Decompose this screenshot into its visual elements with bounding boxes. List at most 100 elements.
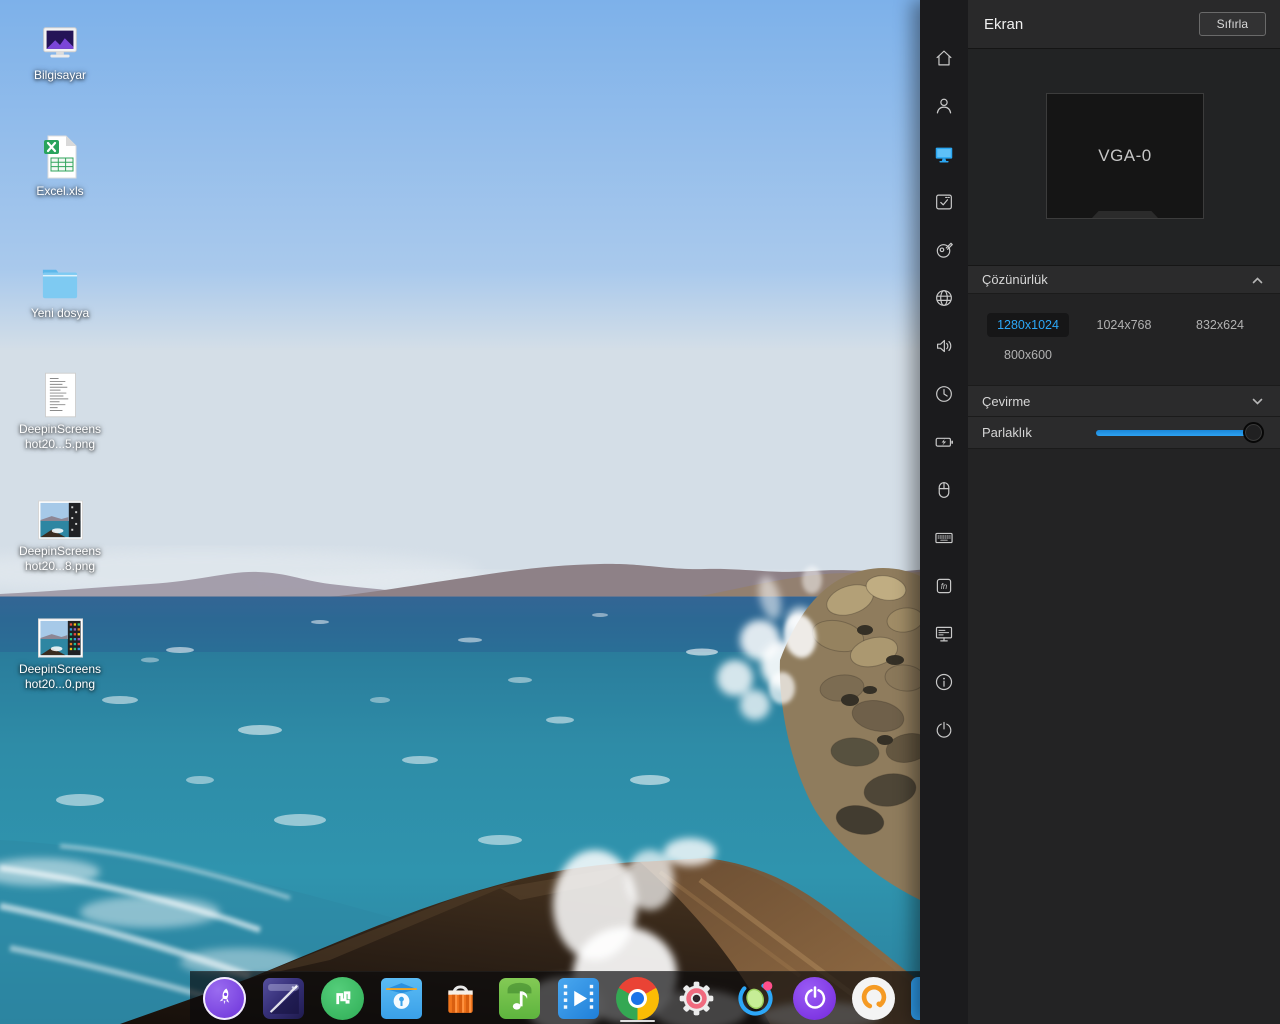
- desktop-icon-label-line2: hot20...0.png: [25, 677, 95, 692]
- desktop-icon-label: Bilgisayar: [34, 68, 86, 83]
- resolution-option[interactable]: 800x600: [994, 343, 1062, 367]
- power-symbol-icon: [793, 977, 836, 1020]
- palette-brush-icon: [933, 239, 955, 261]
- desktop-icon-folder[interactable]: Yeni dosya: [8, 252, 112, 321]
- gear-icon: [675, 977, 718, 1020]
- control-center-sidebar: fn: [920, 0, 968, 1024]
- dock-item-chrome[interactable]: [616, 977, 659, 1020]
- resolution-options: 1280x1024 1024x768 832x624 800x600: [968, 294, 1280, 386]
- desktop-icon-label: DeepinScreens: [19, 422, 101, 437]
- home-icon: [933, 47, 955, 69]
- folder-icon: [37, 252, 83, 302]
- desktop-icon-computer[interactable]: Bilgisayar: [8, 14, 112, 83]
- svg-text:fn: fn: [941, 582, 948, 591]
- sidebar-item-time-date[interactable]: [933, 383, 955, 405]
- desktop-icon-screenshot-3[interactable]: DeepinScreens hot20...0.png: [8, 608, 112, 692]
- reset-button[interactable]: Sıfırla: [1199, 12, 1266, 36]
- mouse-icon: [933, 479, 955, 501]
- desktop-icon-label-line2: hot20...5.png: [25, 437, 95, 452]
- sidebar-item-shortcuts[interactable]: fn: [933, 575, 955, 597]
- terminal-icon: [263, 978, 304, 1019]
- fn-key-icon: fn: [933, 575, 955, 597]
- window-check-icon: [933, 191, 955, 213]
- battery-bolt-icon: [933, 431, 955, 453]
- brightness-row: Parlaklık: [968, 417, 1280, 449]
- excel-file-icon: [38, 130, 82, 180]
- music-note-icon: [499, 978, 540, 1019]
- sidebar-item-default-applications[interactable]: [933, 191, 955, 213]
- dock-item-launcher[interactable]: [203, 977, 246, 1020]
- dock-item-app-store[interactable]: [439, 977, 482, 1020]
- brightness-slider-handle[interactable]: [1243, 422, 1264, 443]
- monitor-preview-area: VGA-0: [968, 49, 1280, 266]
- panel-empty-area: [968, 449, 1280, 1024]
- desktop-root[interactable]: Bilgisayar Excel.xls Y: [0, 0, 1280, 1024]
- dock-item-music[interactable]: [498, 977, 541, 1020]
- dock-item-control-center[interactable]: [675, 977, 718, 1020]
- dock-item-screenshot-tool[interactable]: [734, 977, 777, 1020]
- file-box-pin-icon: [381, 978, 422, 1019]
- dock-item-route-app[interactable]: [321, 977, 364, 1020]
- globe-icon: [933, 287, 955, 309]
- monitor-preview[interactable]: VGA-0: [1046, 93, 1204, 219]
- info-icon: [933, 671, 955, 693]
- sidebar-item-personalization[interactable]: [933, 239, 955, 261]
- desktop-icon-label: Yeni dosya: [31, 306, 89, 321]
- resolution-option-selected[interactable]: 1280x1024: [987, 313, 1069, 337]
- panel-header: Ekran Sıfırla: [968, 0, 1280, 49]
- sidebar-item-boot-menu[interactable]: [933, 623, 955, 645]
- power-icon: [933, 719, 955, 741]
- recorder-knob-icon: [852, 977, 895, 1020]
- computer-icon: [37, 14, 83, 64]
- route-maze-icon: [321, 977, 364, 1020]
- user-icon: [933, 95, 955, 117]
- screenshot-circle-icon: [734, 977, 777, 1020]
- resolution-section-header[interactable]: Çözünürlük: [968, 266, 1280, 294]
- monitor-name: VGA-0: [1098, 146, 1152, 166]
- keyboard-icon: [933, 527, 955, 549]
- dock: [190, 971, 952, 1024]
- dock-item-terminal[interactable]: [262, 977, 305, 1020]
- shopping-bag-icon: [439, 977, 482, 1020]
- desktop-icon-label: Excel.xls: [36, 184, 83, 199]
- control-center-panel: Ekran Sıfırla VGA-0 Çözünürlük 1280x1024…: [968, 0, 1280, 1024]
- clock-icon: [933, 383, 955, 405]
- sidebar-item-home[interactable]: [933, 47, 955, 69]
- dock-item-voice-recorder[interactable]: [852, 977, 895, 1020]
- screenshot-thumbnail-icon: [45, 368, 76, 418]
- boot-screen-icon: [933, 623, 955, 645]
- brightness-label: Parlaklık: [982, 425, 1032, 440]
- desktop-icon-label-line2: hot20...8.png: [25, 559, 95, 574]
- screenshot-thumbnail-icon: [38, 490, 83, 540]
- sidebar-item-system-info[interactable]: [933, 671, 955, 693]
- chevron-up-icon: [1249, 273, 1266, 287]
- resolution-label: Çözünürlük: [982, 272, 1048, 287]
- chrome-active-indicator: [620, 1020, 655, 1022]
- desktop-icon-label: DeepinScreens: [19, 662, 101, 677]
- launcher-rocket-icon: [203, 977, 246, 1020]
- page-title: Ekran: [984, 16, 1023, 33]
- sidebar-item-keyboard[interactable]: [933, 527, 955, 549]
- resolution-option[interactable]: 1024x768: [1087, 313, 1162, 337]
- sidebar-item-mouse[interactable]: [933, 479, 955, 501]
- dock-item-file-box[interactable]: [380, 977, 423, 1020]
- brightness-fill: [1096, 430, 1262, 436]
- monitor-stand: [1092, 211, 1158, 218]
- sidebar-item-shutdown[interactable]: [933, 719, 955, 741]
- sidebar-item-display[interactable]: [933, 143, 955, 165]
- sidebar-item-sound[interactable]: [933, 335, 955, 357]
- dock-item-movie[interactable]: [557, 977, 600, 1020]
- dock-item-power[interactable]: [793, 977, 836, 1020]
- resolution-option[interactable]: 832x624: [1186, 313, 1254, 337]
- chevron-down-icon: [1249, 394, 1266, 408]
- sidebar-item-network[interactable]: [933, 287, 955, 309]
- rotation-label: Çevirme: [982, 394, 1030, 409]
- desktop-icon-screenshot-2[interactable]: DeepinScreens hot20...8.png: [8, 490, 112, 574]
- rotation-section-header[interactable]: Çevirme: [968, 386, 1280, 417]
- desktop-icon-excel[interactable]: Excel.xls: [8, 130, 112, 199]
- desktop-icon-screenshot-1[interactable]: DeepinScreens hot20...5.png: [8, 368, 112, 452]
- sidebar-item-power[interactable]: [933, 431, 955, 453]
- sidebar-item-accounts[interactable]: [933, 95, 955, 117]
- screenshot-thumbnail-icon: [38, 608, 83, 658]
- brightness-slider[interactable]: [1096, 430, 1262, 436]
